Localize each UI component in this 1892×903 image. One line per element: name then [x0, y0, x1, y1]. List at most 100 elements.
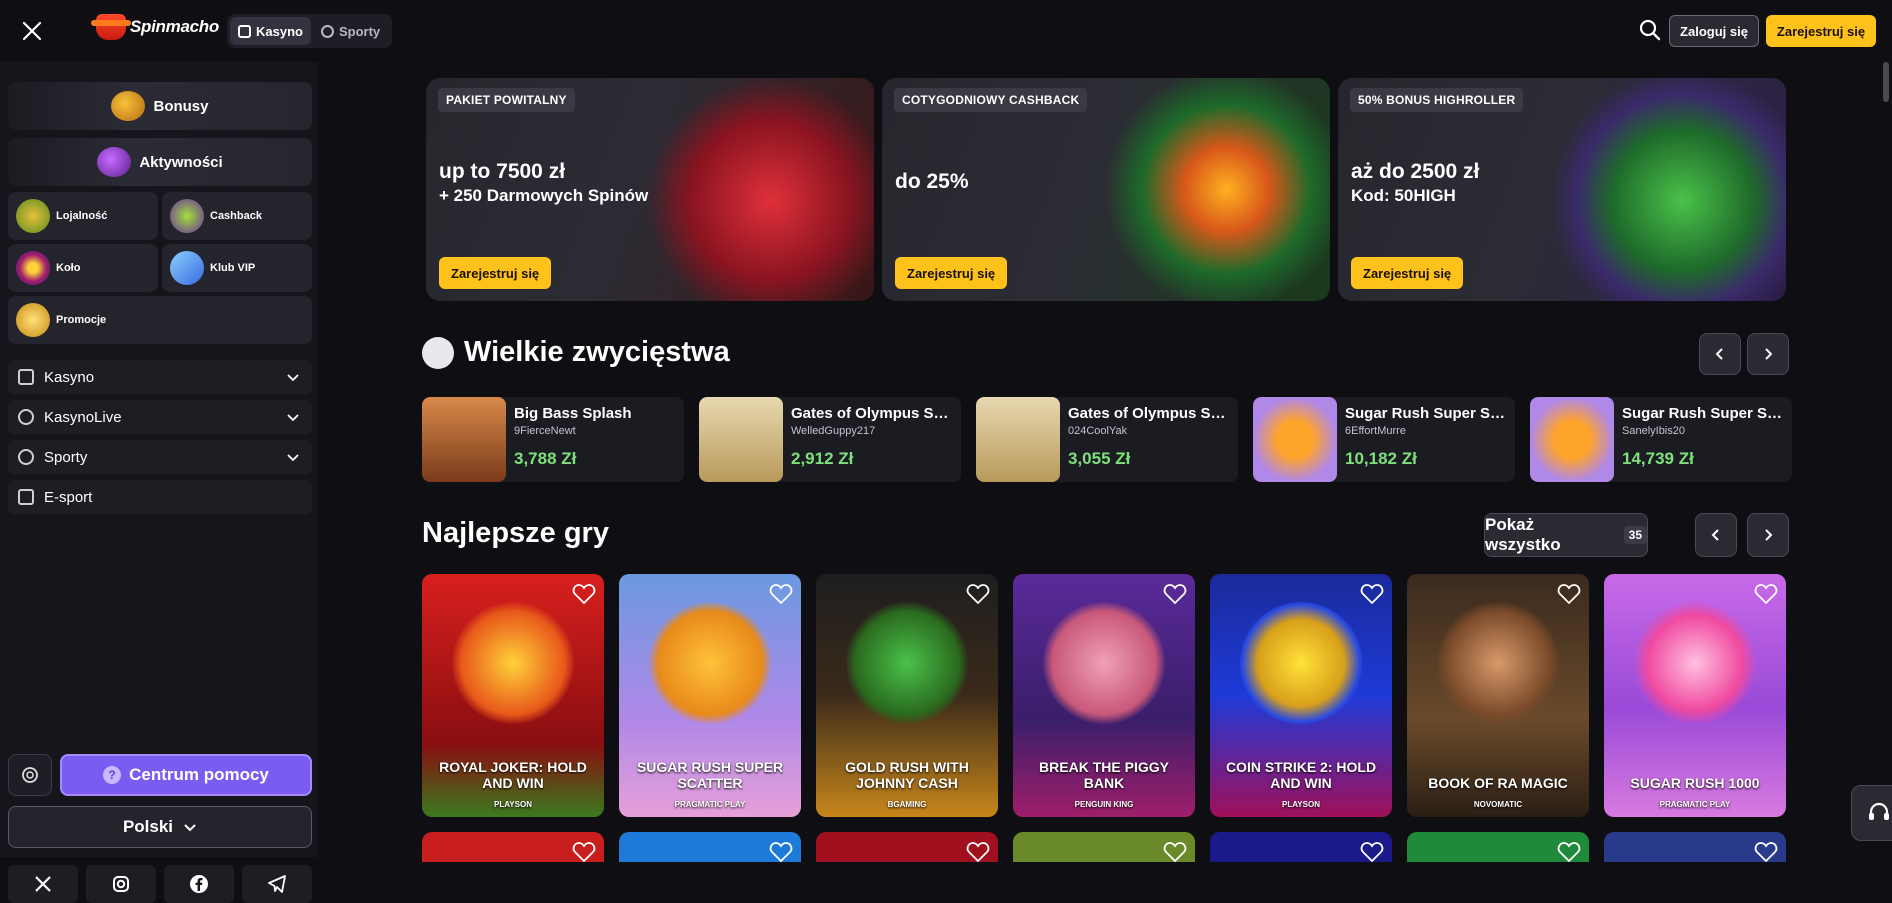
big-win-card[interactable]: Gates of Olympus Super Scatter WelledGup…: [699, 397, 961, 482]
sidebar-lojalnosc[interactable]: Lojalność: [8, 192, 158, 240]
tab-sporty[interactable]: Sporty: [313, 17, 388, 45]
instagram-link[interactable]: [86, 865, 156, 903]
help-center-button[interactable]: ? Centrum pomocy: [60, 754, 312, 796]
promo-register-button[interactable]: Zarejestruj się: [1351, 257, 1464, 289]
sidebar-promocje[interactable]: Promocje: [8, 296, 312, 344]
favorite-heart-icon[interactable]: [572, 841, 596, 863]
big-win-card[interactable]: Sugar Rush Super Scatter SanelyIbis20 14…: [1530, 397, 1792, 482]
sidebar: Bonusy Aktywności Lojalność Cashback Koł…: [0, 62, 318, 903]
telegram-link[interactable]: [242, 865, 312, 903]
sidebar-klub-vip[interactable]: Klub VIP: [162, 244, 312, 292]
favorite-heart-icon[interactable]: [769, 841, 793, 863]
logo[interactable]: Spinmacho: [91, 14, 219, 40]
favorite-heart-icon[interactable]: [1163, 583, 1187, 605]
favorite-heart-icon[interactable]: [572, 583, 596, 605]
game-name: Gold Rush With Johnny Cash: [845, 759, 969, 791]
promo-subline: Kod: 50HIGH: [1351, 186, 1456, 205]
favorite-heart-icon[interactable]: [1360, 841, 1384, 863]
headset-icon: [1869, 802, 1889, 820]
big-wins-title: Wielkie zwycięstwa: [422, 336, 730, 369]
game-tile-partial[interactable]: [1604, 832, 1786, 863]
favorite-heart-icon[interactable]: [1557, 841, 1581, 863]
game-tile-partial[interactable]: [816, 832, 998, 863]
facebook-link[interactable]: [164, 865, 234, 903]
page-scrollbar[interactable]: [1883, 62, 1889, 102]
sidebar-item-esport[interactable]: E-sport: [8, 480, 312, 514]
sidebar-item-kasynolive[interactable]: KasynoLive: [8, 400, 312, 434]
sidebar-cashback[interactable]: Cashback: [162, 192, 312, 240]
show-all-button[interactable]: Pokaż wszystko 35: [1484, 513, 1648, 557]
top-games-title-text: Najlepsze gry: [422, 517, 609, 549]
search-icon[interactable]: [1638, 18, 1662, 42]
language-select[interactable]: Polski: [8, 806, 312, 848]
cashback-icon: [170, 199, 204, 233]
chevron-left-icon: [1711, 529, 1719, 541]
game-tile-partial[interactable]: [1407, 832, 1589, 863]
game-tile[interactable]: Sugar Rush 1000 Pragmatic Play: [1604, 574, 1786, 817]
question-icon: ?: [103, 766, 122, 784]
big-wins-prev-button[interactable]: [1699, 333, 1741, 375]
game-tile[interactable]: Royal Joker: Hold and Win Playson: [422, 574, 604, 817]
game-art: [1634, 602, 1756, 724]
game-art: [1437, 602, 1559, 724]
game-tile[interactable]: Coin Strike 2: Hold and Win Playson: [1210, 574, 1392, 817]
top-games-prev-button[interactable]: [1695, 513, 1737, 557]
promo-register-button[interactable]: Zarejestruj się: [439, 257, 552, 289]
favorite-heart-icon[interactable]: [769, 583, 793, 605]
big-win-card[interactable]: Sugar Rush Super Scatter 6EffortMurre 10…: [1253, 397, 1515, 482]
promo-welcome-art: [644, 78, 874, 301]
big-wins-next-button[interactable]: [1747, 333, 1789, 375]
game-tile-partial[interactable]: [422, 832, 604, 863]
game-tile[interactable]: Book of Ra Magic Novomatic: [1407, 574, 1589, 817]
favorite-heart-icon[interactable]: [1754, 583, 1778, 605]
favorite-heart-icon[interactable]: [1163, 841, 1187, 863]
big-wins-title-text: Wielkie zwycięstwa: [464, 336, 730, 368]
game-provider: Pragmatic Play: [1659, 800, 1731, 809]
sidebar-bonusy[interactable]: Bonusy: [8, 82, 312, 130]
game-tile[interactable]: Gold Rush With Johnny Cash BGaming: [816, 574, 998, 817]
promo-subline: + 250 Darmowych Spinów: [439, 186, 649, 205]
show-all-label: Pokaż wszystko: [1485, 515, 1561, 554]
favorite-heart-icon[interactable]: [1557, 583, 1581, 605]
promo-register-button[interactable]: Zarejestruj się: [895, 257, 1008, 289]
sombrero-logo-icon: [91, 14, 131, 40]
win-username: WelledGuppy217: [791, 425, 876, 437]
favorite-heart-icon[interactable]: [1754, 841, 1778, 863]
game-tile[interactable]: Break the Piggy Bank Penguin King: [1013, 574, 1195, 817]
game-tile-partial[interactable]: [1210, 832, 1392, 863]
game-provider: Pragmatic Play: [674, 800, 746, 809]
top-games-next-button[interactable]: [1747, 513, 1789, 557]
favorite-heart-icon[interactable]: [966, 583, 990, 605]
game-art: [846, 602, 968, 724]
chip-button[interactable]: [8, 754, 52, 796]
promo-weekly-cashback[interactable]: COTYGODNIOWY CASHBACK do 25% Zarejestruj…: [882, 78, 1330, 301]
sidebar-aktywnosci[interactable]: Aktywności: [8, 138, 312, 186]
promo-headline: up to 7500 zł: [439, 160, 566, 183]
game-tile-partial[interactable]: [1013, 832, 1195, 863]
game-thumbnail: [1530, 397, 1614, 482]
favorite-heart-icon[interactable]: [966, 841, 990, 863]
register-button[interactable]: Zarejestruj się: [1766, 15, 1876, 47]
favorite-heart-icon[interactable]: [1360, 583, 1384, 605]
casino-icon: [18, 369, 34, 385]
sidebar-kolo[interactable]: Koło: [8, 244, 158, 292]
promo-welcome-package[interactable]: PAKIET POWITALNY up to 7500 zł + 250 Dar…: [426, 78, 874, 301]
chevron-left-icon: [1715, 348, 1723, 360]
live-support-button[interactable]: [1851, 785, 1892, 841]
x-icon: [35, 876, 51, 892]
sidebar-promocje-label: Promocje: [56, 314, 107, 326]
close-icon[interactable]: [18, 17, 46, 45]
big-win-card[interactable]: Gates of Olympus Super Scatter 024CoolYa…: [976, 397, 1238, 482]
game-tile[interactable]: Sugar Rush Super Scatter Pragmatic Play: [619, 574, 801, 817]
bonus-hat-icon: [111, 91, 146, 121]
promo-highroller[interactable]: 50% BONUS HIGHROLLER aż do 2500 zł Kod: …: [1338, 78, 1786, 301]
tab-kasyno[interactable]: Kasyno: [230, 17, 311, 45]
sidebar-item-kasyno[interactable]: Kasyno: [8, 360, 312, 394]
x-link[interactable]: [8, 865, 78, 903]
vip-icon: [170, 251, 204, 285]
big-win-card[interactable]: Big Bass Splash 9FierceNewt 3,788 Zł: [422, 397, 684, 482]
help-center-label: Centrum pomocy: [129, 765, 269, 784]
login-button[interactable]: Zaloguj się: [1669, 15, 1759, 47]
game-tile-partial[interactable]: [619, 832, 801, 863]
sidebar-item-sporty[interactable]: Sporty: [8, 440, 312, 474]
